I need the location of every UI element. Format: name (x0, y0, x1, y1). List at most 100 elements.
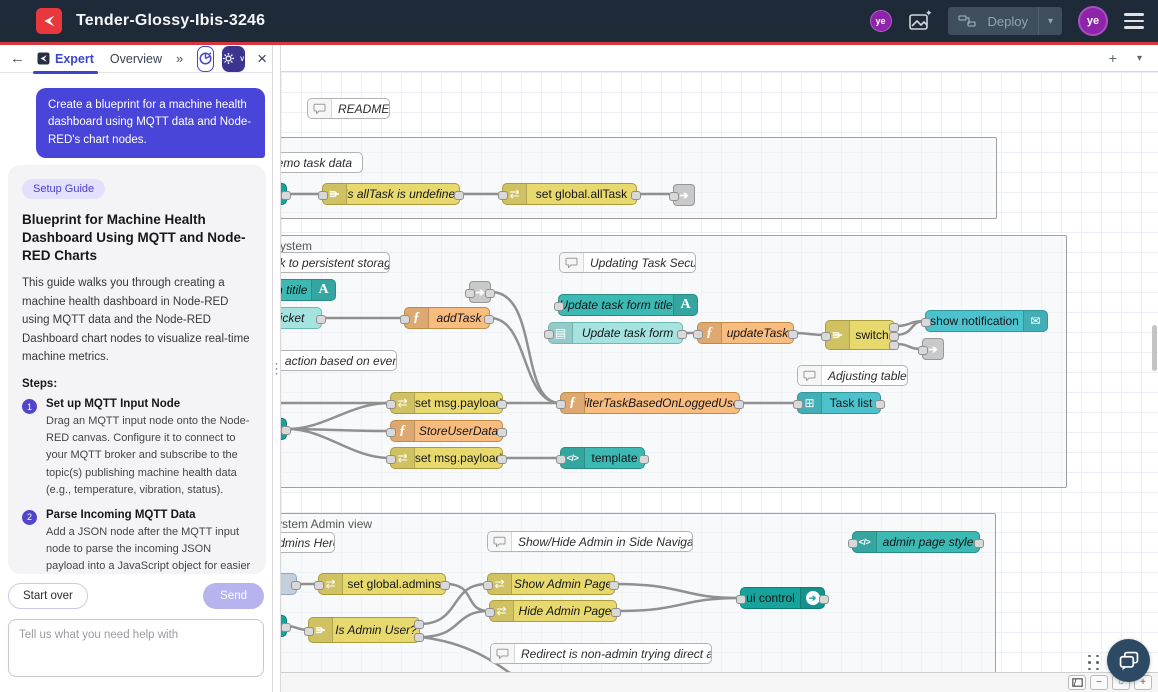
port-in[interactable] (483, 581, 493, 590)
settings-button[interactable]: ∨ (222, 46, 245, 72)
node-inject-admins[interactable] (281, 573, 297, 595)
port-in[interactable] (669, 192, 679, 201)
comment-action-based-on-event[interactable]: Take action based on event (281, 350, 397, 371)
port-in[interactable] (318, 191, 328, 200)
port-in[interactable] (918, 346, 928, 355)
node-update-task-form-title[interactable]: Update task form titleA (558, 294, 698, 316)
port-out[interactable] (484, 315, 494, 324)
node-filtertask[interactable]: ƒfilterTaskBasedOnLoggedUser (560, 392, 740, 414)
port-out[interactable] (889, 341, 899, 350)
port-out[interactable] (788, 330, 798, 339)
node-task-list[interactable]: ⊞Task list (797, 392, 881, 414)
flow-list-button[interactable]: ▾ (1137, 53, 1142, 64)
node-ticket[interactable]: Open ticket (281, 307, 322, 329)
tab-expert[interactable]: Expert (33, 45, 98, 73)
port-in[interactable] (556, 400, 566, 409)
close-panel-icon[interactable]: × (257, 49, 267, 69)
assistant-chat-button[interactable] (1107, 639, 1150, 682)
node-show-admin-page[interactable]: ⇄Show Admin Page (487, 573, 615, 595)
comment-readme[interactable]: README (307, 98, 390, 119)
app-logo-icon[interactable] (36, 8, 62, 34)
start-over-button[interactable]: Start over (8, 583, 88, 609)
port-out[interactable] (819, 595, 829, 604)
port-in[interactable] (386, 455, 396, 464)
tab-overview[interactable]: Overview (106, 45, 166, 73)
port-out[interactable] (281, 623, 291, 632)
node-is-admin-user[interactable]: ⋔Is Admin User? (308, 617, 420, 643)
insights-button[interactable]: ✦ (197, 46, 214, 72)
node-storeuserdata[interactable]: ƒStoreUserData (390, 420, 503, 442)
port-in[interactable] (314, 581, 324, 590)
node-task-form-title[interactable]: Task form titileA (281, 279, 336, 301)
node-source-1[interactable] (281, 183, 287, 205)
node-updatetask[interactable]: ƒupdateTask (697, 322, 794, 344)
port-out[interactable] (734, 400, 744, 409)
avatar-small[interactable]: ye (870, 10, 892, 32)
node-admin-page-style[interactable]: </>admin page style (852, 531, 980, 553)
port-in[interactable] (693, 330, 703, 339)
label-demo-task-data[interactable]: Demo task data (281, 152, 363, 173)
port-in[interactable] (386, 400, 396, 409)
port-in[interactable] (921, 318, 931, 327)
setup-guide-card[interactable]: Setup Guide Blueprint for Machine Health… (8, 165, 266, 574)
port-in[interactable] (556, 455, 566, 464)
node-set-msg-payload-1[interactable]: ⇄set msg.payload (390, 392, 503, 414)
node-set-msg-payload-2[interactable]: ⇄set msg.payload (390, 447, 503, 469)
node-link-2[interactable]: ➔ (469, 281, 491, 303)
port-out[interactable] (414, 620, 424, 629)
node-hide-admin-page[interactable]: ⇄Hide Admin Page (489, 600, 617, 622)
send-button[interactable]: Send (203, 583, 264, 609)
port-out[interactable] (889, 332, 899, 341)
port-in[interactable] (400, 315, 410, 324)
port-out[interactable] (454, 191, 464, 200)
port-out[interactable] (677, 330, 687, 339)
comment-redirect-non-admin[interactable]: Redirect is non-admin trying direct acce… (490, 643, 712, 664)
deploy-caret[interactable]: ▾ (1038, 7, 1062, 35)
port-in[interactable] (736, 595, 746, 604)
node-source-3[interactable] (281, 615, 287, 637)
canvas-vertical-scrollbar[interactable] (1152, 325, 1157, 371)
node-is-alltask-undefined[interactable]: ⋔Is allTask is undefined (322, 183, 460, 205)
port-out[interactable] (440, 581, 450, 590)
node-ui-control[interactable]: ui control➔ (740, 587, 825, 609)
port-in[interactable] (485, 608, 495, 617)
node-template[interactable]: </>template (560, 447, 645, 469)
navigator-button[interactable] (1068, 675, 1086, 690)
panel-resize-handle[interactable]: ⋮ (272, 45, 281, 692)
fab-drag-handle[interactable] (1088, 655, 1100, 671)
port-in[interactable] (386, 428, 396, 437)
port-out[interactable] (316, 315, 326, 324)
port-out[interactable] (631, 191, 641, 200)
port-in[interactable] (554, 302, 564, 311)
avatar-large[interactable]: ye (1078, 6, 1108, 36)
port-out[interactable] (485, 289, 495, 298)
port-in[interactable] (544, 330, 554, 339)
ai-snapshot-icon[interactable]: ✦ (908, 10, 932, 32)
port-in[interactable] (304, 627, 314, 636)
node-source-2[interactable] (281, 418, 287, 440)
comment-persistent-storage[interactable]: Saving all task to persistent storage (281, 252, 390, 273)
port-out[interactable] (497, 455, 507, 464)
comment-add-admins-here[interactable]: Add Admins Here (281, 532, 335, 553)
node-update-task-form[interactable]: ▤Update task form (548, 322, 683, 344)
port-in[interactable] (465, 289, 475, 298)
port-out[interactable] (414, 633, 424, 642)
comment-updating-task-securely[interactable]: Updating Task Securely (559, 252, 696, 273)
port-out[interactable] (291, 581, 301, 590)
port-in[interactable] (821, 332, 831, 341)
comment-adjusting-table[interactable]: Adjusting table (797, 365, 908, 386)
node-link-out-3[interactable]: ➔ (922, 338, 944, 360)
back-icon[interactable]: ← (10, 50, 25, 67)
zoom-out-button[interactable]: − (1090, 675, 1108, 690)
port-out[interactable] (281, 191, 291, 200)
port-in[interactable] (793, 400, 803, 409)
port-out[interactable] (889, 323, 899, 332)
port-out[interactable] (611, 608, 621, 617)
node-addtask[interactable]: ƒaddTask (404, 307, 490, 329)
port-out[interactable] (875, 400, 885, 409)
deploy-button[interactable]: Deploy ▾ (948, 7, 1063, 35)
port-out[interactable] (497, 400, 507, 409)
port-in[interactable] (498, 191, 508, 200)
node-link-out-1[interactable]: ➔ (673, 184, 695, 206)
flow-workspace[interactable]: SystemSystem Admin viewREADMEDemo task d… (281, 72, 1158, 672)
